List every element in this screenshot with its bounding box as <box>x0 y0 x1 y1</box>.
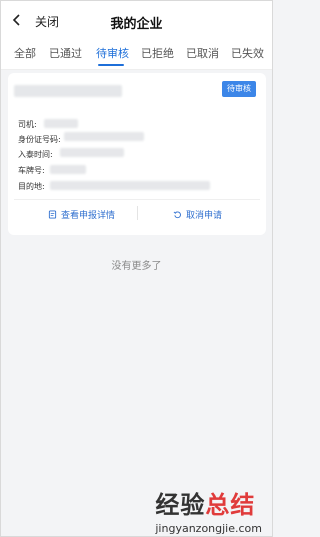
screen: 关闭 我的企业 全部 已通过 待审核 已拒绝 已取消 已失效 待审核 司机: 身… <box>0 0 273 537</box>
tab-approved[interactable]: 已通过 <box>49 45 82 61</box>
active-tab-indicator <box>98 64 124 66</box>
card-divider <box>14 199 260 200</box>
plate-number-value-redacted <box>50 165 86 174</box>
watermark: 经验总结 jingyanzongjie.com <box>155 485 262 535</box>
no-more-text: 没有更多了 <box>111 261 162 272</box>
view-details-label: 查看申报详情 <box>61 211 116 221</box>
entry-time-label: 入泰时间: <box>18 150 53 159</box>
driver-label: 司机: <box>18 120 37 129</box>
undo-icon <box>173 211 181 219</box>
tab-rejected[interactable]: 已拒绝 <box>141 45 174 61</box>
page-title: 我的企业 <box>110 17 163 32</box>
status-badge: 待审核 <box>222 81 256 97</box>
destination-value-redacted <box>50 181 210 190</box>
action-divider <box>137 206 138 220</box>
view-details-button[interactable]: 查看申报详情 <box>48 208 115 221</box>
id-number-label: 身份证号码: <box>18 135 61 144</box>
tab-expired[interactable]: 已失效 <box>231 45 264 61</box>
watermark-title: 经验总结 <box>155 491 256 519</box>
driver-value-redacted <box>44 119 78 128</box>
application-card: 待审核 司机: 身份证号码: 入泰时间: 车牌号: 目的地: 查看申报详情 取消… <box>8 73 266 235</box>
entry-time-value-redacted <box>60 148 124 157</box>
cancel-application-button[interactable]: 取消申请 <box>173 208 222 221</box>
tab-pending[interactable]: 待审核 <box>96 45 129 61</box>
cancel-application-label: 取消申请 <box>186 211 223 221</box>
company-name-redacted <box>14 85 122 97</box>
id-number-value-redacted <box>64 132 144 141</box>
status-tabs: 全部 已通过 待审核 已拒绝 已取消 已失效 <box>1 39 272 70</box>
destination-label: 目的地: <box>18 182 45 191</box>
tab-all[interactable]: 全部 <box>14 45 36 61</box>
watermark-url: jingyanzongjie.com <box>155 522 262 535</box>
document-icon <box>48 210 57 219</box>
plate-number-label: 车牌号: <box>18 166 45 175</box>
tab-cancelled[interactable]: 已取消 <box>186 45 219 61</box>
top-nav-bar: 关闭 我的企业 <box>1 1 272 39</box>
